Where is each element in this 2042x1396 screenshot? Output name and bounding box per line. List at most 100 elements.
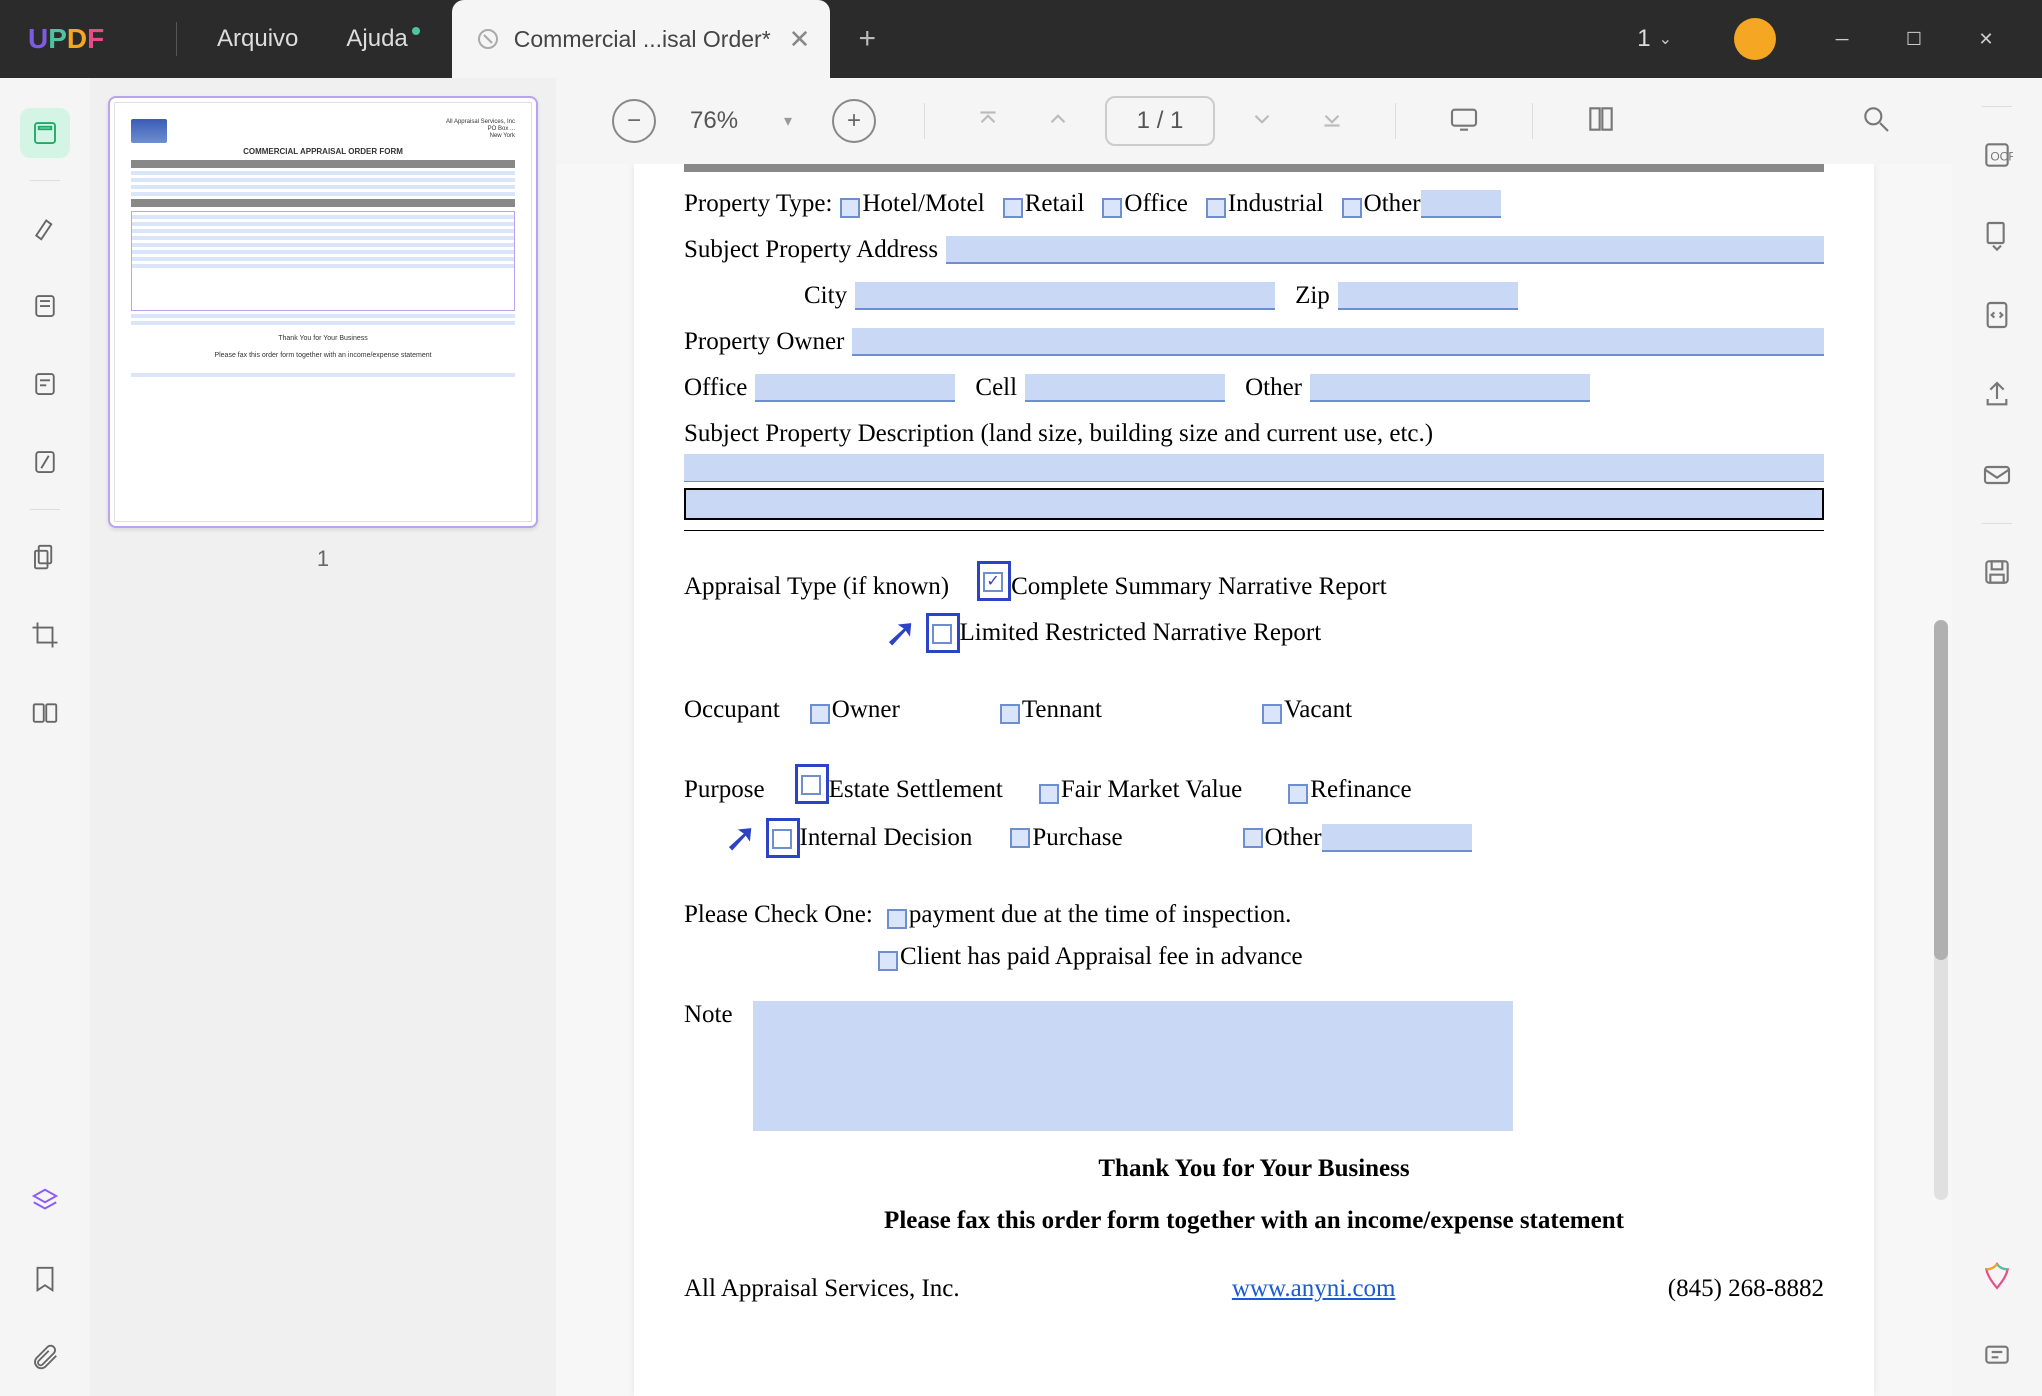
cell-phone-field[interactable] xyxy=(1025,374,1225,402)
checkbox-retail[interactable] xyxy=(1003,198,1023,218)
convert-tool[interactable] xyxy=(1975,213,2019,257)
thumbnail-page-1[interactable]: All Appraisal Services, IncPO Box ...New… xyxy=(108,96,538,528)
chevron-down-icon[interactable]: ⌄ xyxy=(1659,29,1672,49)
other-phone-field[interactable] xyxy=(1310,374,1590,402)
checkbox-purchase[interactable] xyxy=(1010,828,1030,848)
email-tool[interactable] xyxy=(1975,453,2019,497)
crop-tool[interactable] xyxy=(20,610,70,660)
ai-assistant-button[interactable] xyxy=(1975,1254,2019,1298)
bookmark-tool[interactable] xyxy=(20,1254,70,1304)
section-bar xyxy=(684,164,1824,172)
tab-close-icon[interactable]: ✕ xyxy=(789,24,811,55)
zoom-in-button[interactable]: + xyxy=(832,99,876,143)
zip-field[interactable] xyxy=(1338,282,1518,310)
maximize-button[interactable]: ☐ xyxy=(1890,15,1938,63)
checkbox-purpose-other[interactable] xyxy=(1243,828,1263,848)
window-count[interactable]: 1 xyxy=(1637,25,1650,53)
zoom-level[interactable]: 76% xyxy=(690,107,770,135)
office-phone-field[interactable] xyxy=(755,374,955,402)
divider xyxy=(1982,523,2012,524)
checkbox-internal[interactable] xyxy=(772,829,792,849)
purpose-other-field[interactable] xyxy=(1322,824,1472,852)
comment-tool[interactable] xyxy=(1975,1334,2019,1378)
checkbox-hotel[interactable] xyxy=(840,198,860,218)
annotate-tool[interactable] xyxy=(20,281,70,331)
zoom-out-button[interactable]: − xyxy=(612,99,656,143)
fax-note-text: Please fax this order form together with… xyxy=(684,1207,1824,1235)
website-link[interactable]: www.anyni.com xyxy=(1232,1275,1396,1303)
subject-desc-label: Subject Property Description (land size,… xyxy=(684,420,1433,448)
checkbox-refinance[interactable] xyxy=(1288,784,1308,804)
pdf-page: Property Type: Hotel/Motel Retail Office… xyxy=(634,164,1874,1396)
last-page-button[interactable] xyxy=(1319,106,1345,137)
save-tool[interactable] xyxy=(1975,550,2019,594)
minimize-button[interactable]: ─ xyxy=(1818,15,1866,63)
checkbox-industrial[interactable] xyxy=(1206,198,1226,218)
appraisal-checkbox-group xyxy=(977,561,1011,601)
checkbox-estate[interactable] xyxy=(801,775,821,795)
checkbox-vacant[interactable] xyxy=(1262,704,1282,724)
attachment-tool[interactable] xyxy=(20,1332,70,1382)
compare-tool[interactable] xyxy=(20,688,70,738)
presentation-mode-button[interactable] xyxy=(1448,103,1480,140)
divider xyxy=(1532,103,1533,139)
edit-tool[interactable] xyxy=(20,437,70,487)
note-field[interactable] xyxy=(753,1001,1513,1131)
checkbox-complete-summary[interactable] xyxy=(983,572,1003,592)
prev-page-button[interactable] xyxy=(1045,106,1071,137)
new-tab-button[interactable]: + xyxy=(858,22,876,56)
property-type-label: Property Type: xyxy=(684,190,832,218)
checkbox-payment-due[interactable] xyxy=(887,909,907,929)
thumbnail-page-number: 1 xyxy=(108,546,538,572)
scrollbar-thumb[interactable] xyxy=(1934,620,1948,960)
checkbox-office[interactable] xyxy=(1102,198,1122,218)
update-dot-icon xyxy=(412,27,420,35)
appraisal-type-label: Appraisal Type (if known) xyxy=(684,573,949,601)
share-tool[interactable] xyxy=(1975,373,2019,417)
divider xyxy=(1395,103,1396,139)
city-field[interactable] xyxy=(855,282,1275,310)
compress-tool[interactable] xyxy=(1975,293,2019,337)
reading-mode-button[interactable] xyxy=(1585,103,1617,140)
other-type-field[interactable] xyxy=(1421,190,1501,218)
tab-current[interactable]: Commercial ...isal Order* ✕ xyxy=(452,0,831,78)
tab-title: Commercial ...isal Order* xyxy=(514,26,771,53)
toolbar: − 76% ▾ + 1 / 1 xyxy=(556,78,1952,164)
scrollbar[interactable] xyxy=(1934,620,1948,1200)
page-input[interactable]: 1 / 1 xyxy=(1105,96,1215,146)
checkbox-fmv[interactable] xyxy=(1039,784,1059,804)
menu-help[interactable]: Ajuda xyxy=(322,25,431,53)
zoom-dropdown-icon[interactable]: ▾ xyxy=(784,111,792,131)
divider xyxy=(30,180,60,181)
first-page-button[interactable] xyxy=(975,106,1001,137)
cell-phone-label: Cell xyxy=(975,374,1017,402)
checkbox-other[interactable] xyxy=(1342,198,1362,218)
avatar[interactable] xyxy=(1734,18,1776,60)
desc-line-1[interactable] xyxy=(684,454,1824,482)
search-button[interactable] xyxy=(1860,103,1892,140)
property-owner-label: Property Owner xyxy=(684,328,844,356)
desc-underline xyxy=(684,530,1824,531)
subject-address-field[interactable] xyxy=(946,236,1824,264)
next-page-button[interactable] xyxy=(1249,106,1275,137)
pages-tool[interactable] xyxy=(20,532,70,582)
other-phone-label: Other xyxy=(1245,374,1302,402)
menu-file[interactable]: Arquivo xyxy=(193,25,322,53)
close-window-button[interactable]: ✕ xyxy=(1962,15,2010,63)
desc-textbox[interactable] xyxy=(684,488,1824,520)
form-tool[interactable] xyxy=(20,359,70,409)
highlight-tool[interactable] xyxy=(20,203,70,253)
note-label: Note xyxy=(684,1001,733,1029)
checkbox-limited-restricted[interactable] xyxy=(932,624,952,644)
purpose-checkbox-group xyxy=(795,764,829,804)
arrow-icon: ➚ xyxy=(884,609,918,656)
checkbox-owner[interactable] xyxy=(810,704,830,724)
thumbnails-tool[interactable] xyxy=(20,108,70,158)
checkbox-client-paid[interactable] xyxy=(878,951,898,971)
document-viewport[interactable]: Property Type: Hotel/Motel Retail Office… xyxy=(556,164,1952,1396)
layers-tool[interactable] xyxy=(20,1176,70,1226)
checkbox-tennant[interactable] xyxy=(1000,704,1020,724)
app-logo: UPDF xyxy=(28,19,138,59)
property-owner-field[interactable] xyxy=(852,328,1824,356)
ocr-tool[interactable]: OCR xyxy=(1975,133,2019,177)
